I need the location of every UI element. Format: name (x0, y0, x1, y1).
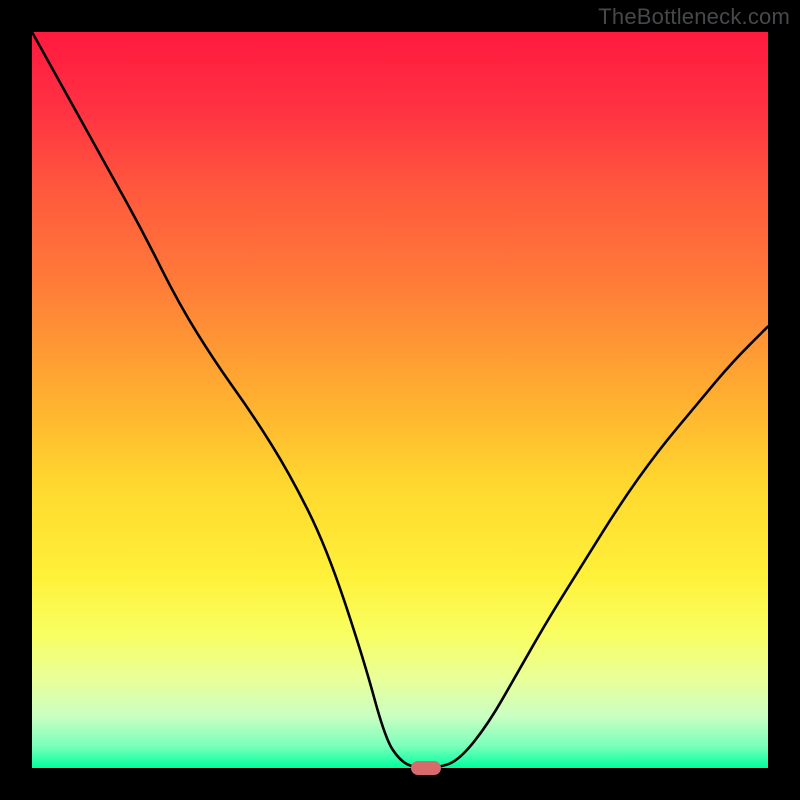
plot-area (32, 32, 768, 768)
watermark-text: TheBottleneck.com (598, 4, 790, 30)
min-marker-pill (411, 761, 441, 775)
chart-svg (32, 32, 768, 768)
gradient-background (32, 32, 768, 768)
chart-frame: TheBottleneck.com (0, 0, 800, 800)
